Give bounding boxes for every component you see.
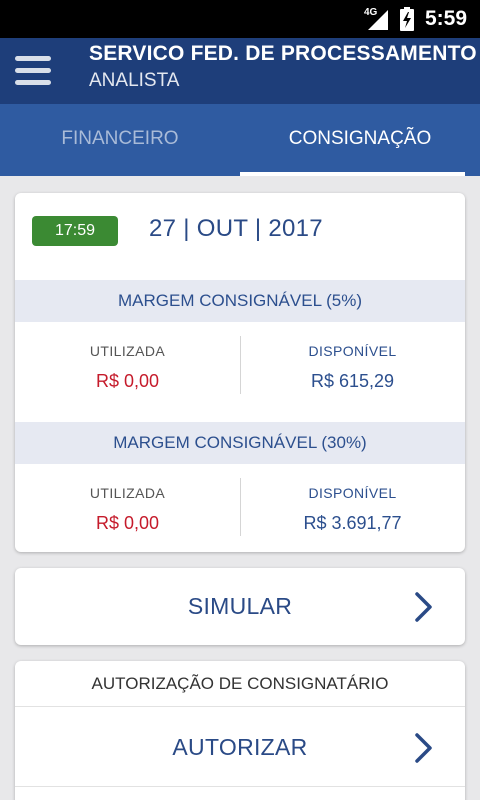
margin-30-header: MARGEM CONSIGNÁVEL (30%) [15, 422, 465, 464]
chevron-right-icon [415, 733, 432, 763]
available-label: DISPONÍVEL [308, 485, 397, 501]
app-title: SERVICO FED. DE PROCESSAMENTO [89, 42, 477, 65]
time-badge: 17:59 [32, 216, 118, 246]
margin-5-header: MARGEM CONSIGNÁVEL (5%) [15, 280, 465, 322]
available-label: DISPONÍVEL [308, 343, 397, 359]
status-time: 5:59 [425, 7, 468, 30]
tab-bar: FINANCEIRO CONSIGNAÇÃO [0, 104, 480, 176]
app-subtitle: ANALISTA [89, 70, 180, 91]
authorize-label: AUTORIZAR [172, 734, 308, 760]
margin-30-available: DISPONÍVEL R$ 3.691,77 [240, 485, 465, 534]
authorization-card: AUTORIZAÇÃO DE CONSIGNATÁRIO AUTORIZAR [15, 661, 465, 800]
used-value: R$ 0,00 [95, 371, 160, 391]
chevron-right-icon [415, 592, 432, 622]
available-value: R$ 3.691,77 [303, 513, 402, 533]
margin-5-used: UTILIZADA R$ 0,00 [15, 343, 240, 392]
tab-financeiro[interactable]: FINANCEIRO [0, 104, 240, 176]
simulate-label: SIMULAR [187, 593, 293, 619]
simulate-card: SIMULAR [15, 568, 465, 645]
available-value: R$ 615,29 [310, 371, 395, 391]
margin-summary-card: 17:59 27 | OUT | 2017 MARGEM CONSIGNÁVEL… [15, 193, 465, 552]
used-label: UTILIZADA [89, 343, 166, 359]
simulate-button[interactable]: SIMULAR [15, 568, 465, 645]
row-divider [15, 786, 465, 787]
margin-30-used: UTILIZADA R$ 0,00 [15, 485, 240, 534]
margin-5-available: DISPONÍVEL R$ 615,29 [240, 343, 465, 392]
app-bar: SERVICO FED. DE PROCESSAMENTO ANALISTA [0, 38, 480, 104]
used-label: UTILIZADA [89, 485, 166, 501]
tab-consignacao[interactable]: CONSIGNAÇÃO [240, 104, 480, 176]
active-tab-indicator [240, 172, 465, 176]
reference-date: 27 | OUT | 2017 [149, 215, 323, 242]
battery-charging-icon [400, 7, 414, 31]
authorize-button[interactable]: AUTORIZAR [15, 708, 465, 786]
status-bar: 4G 5:59 [0, 0, 480, 38]
used-value: R$ 0,00 [95, 513, 160, 533]
hamburger-menu-icon[interactable] [15, 56, 51, 86]
network-type: 4G [364, 7, 378, 18]
authorization-header: AUTORIZAÇÃO DE CONSIGNATÁRIO [15, 661, 465, 707]
